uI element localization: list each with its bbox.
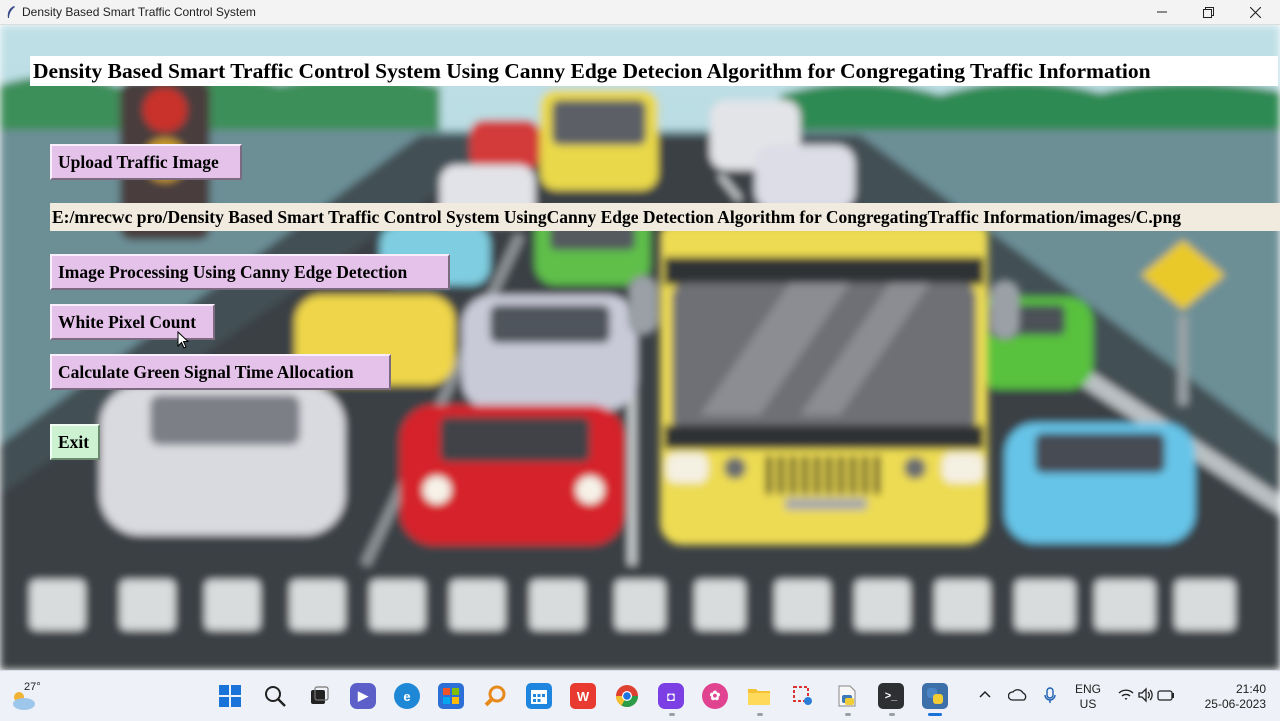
windows-taskbar: 27° ▶ e W ◘ ✿ >_ ENG US 21:40 25-06-2023: [0, 670, 1280, 721]
search-app-button[interactable]: [482, 683, 508, 709]
active-app-indicator: [928, 713, 942, 716]
wifi-icon: [1118, 689, 1134, 700]
tk-feather-icon: [7, 6, 15, 18]
clock[interactable]: 21:40 25-06-2023: [1196, 682, 1272, 712]
clock-date: 25-06-2023: [1204, 697, 1266, 711]
purple-app-button[interactable]: ◘: [658, 683, 684, 709]
running-indicator: [757, 713, 763, 716]
file-explorer-icon: [748, 689, 770, 705]
mouse-cursor-icon: [177, 331, 189, 349]
python-file-icon: [838, 685, 856, 707]
volume-icon: [1138, 687, 1153, 703]
upload-traffic-image-button[interactable]: Upload Traffic Image: [50, 144, 242, 180]
microphone-button[interactable]: [1043, 687, 1057, 710]
task-view-button[interactable]: [306, 683, 332, 709]
wps-icon: W: [576, 688, 590, 704]
chrome-button[interactable]: [614, 683, 640, 709]
region-label: US: [1079, 697, 1097, 711]
selected-image-path-label: E:/mrecwc pro/Density Based Smart Traffi…: [50, 203, 1280, 231]
start-button[interactable]: [217, 683, 243, 709]
minimize-button[interactable]: [1139, 0, 1185, 24]
terminal-icon: >_: [884, 690, 898, 702]
python-tk-icon: [927, 688, 943, 704]
snipping-icon: [793, 686, 812, 705]
app-pink-icon: ✿: [709, 688, 721, 703]
running-indicator: [889, 713, 895, 716]
window-title: Density Based Smart Traffic Control Syst…: [22, 5, 256, 19]
running-indicator: [669, 713, 675, 716]
weather-temperature: 27°: [24, 681, 41, 693]
green-signal-time-button[interactable]: Calculate Green Signal Time Allocation: [50, 354, 391, 390]
clock-time: 21:40: [1235, 682, 1266, 696]
show-hidden-icons-button[interactable]: [978, 687, 992, 706]
calendar-button[interactable]: [526, 683, 552, 709]
language-label: ENG: [1074, 682, 1101, 696]
onedrive-cloud-icon: [1007, 689, 1027, 701]
restore-icon: [1202, 6, 1214, 18]
traffic-background-image: [0, 25, 1280, 670]
minimize-icon: [1157, 11, 1167, 13]
taskbar-search-button[interactable]: [262, 683, 288, 709]
store-icon: [443, 688, 459, 704]
canny-edge-detection-button[interactable]: Image Processing Using Canny Edge Detect…: [50, 254, 450, 290]
pink-app-button[interactable]: ✿: [702, 683, 728, 709]
python-tk-button[interactable]: [922, 683, 948, 709]
terminal-button[interactable]: >_: [878, 683, 904, 709]
onedrive-button[interactable]: [1007, 688, 1028, 707]
task-view-icon: [311, 686, 329, 704]
edge-icon: e: [403, 688, 411, 704]
store-button[interactable]: [438, 683, 464, 709]
status-icons: [1118, 687, 1174, 703]
chevron-up-icon: [979, 690, 991, 698]
app-window: Density Based Smart Traffic Control Syst…: [0, 25, 1280, 670]
weather-widget[interactable]: 27°: [8, 679, 44, 713]
search-magnifier-app-icon: [484, 685, 506, 707]
battery-icon: [1157, 690, 1173, 701]
close-icon: [1249, 6, 1261, 18]
teams-chat-button[interactable]: ▶: [350, 683, 376, 709]
python-file-button[interactable]: [834, 683, 860, 709]
white-pixel-count-button[interactable]: White Pixel Count: [50, 304, 215, 340]
wps-button[interactable]: W: [570, 683, 596, 709]
maximize-button[interactable]: [1185, 0, 1231, 24]
app-purple-icon: ◘: [667, 688, 675, 704]
window-title-bar: Density Based Smart Traffic Control Syst…: [0, 0, 1280, 25]
calendar-icon: [531, 690, 547, 704]
teams-chat-icon: ▶: [358, 688, 368, 703]
snipping-tool-button[interactable]: [790, 683, 816, 709]
exit-button[interactable]: Exit: [50, 424, 100, 460]
edge-button[interactable]: e: [394, 683, 420, 709]
file-explorer-button[interactable]: [746, 683, 772, 709]
search-icon: [265, 686, 286, 707]
language-indicator[interactable]: ENG US: [1070, 682, 1106, 712]
chrome-icon: [616, 685, 638, 707]
running-indicator: [845, 713, 851, 716]
microphone-icon: [1044, 687, 1056, 703]
close-button[interactable]: [1232, 0, 1278, 24]
network-volume-battery[interactable]: [1117, 687, 1177, 708]
app-heading: Density Based Smart Traffic Control Syst…: [30, 56, 1278, 86]
windows-logo-icon: [219, 685, 241, 707]
